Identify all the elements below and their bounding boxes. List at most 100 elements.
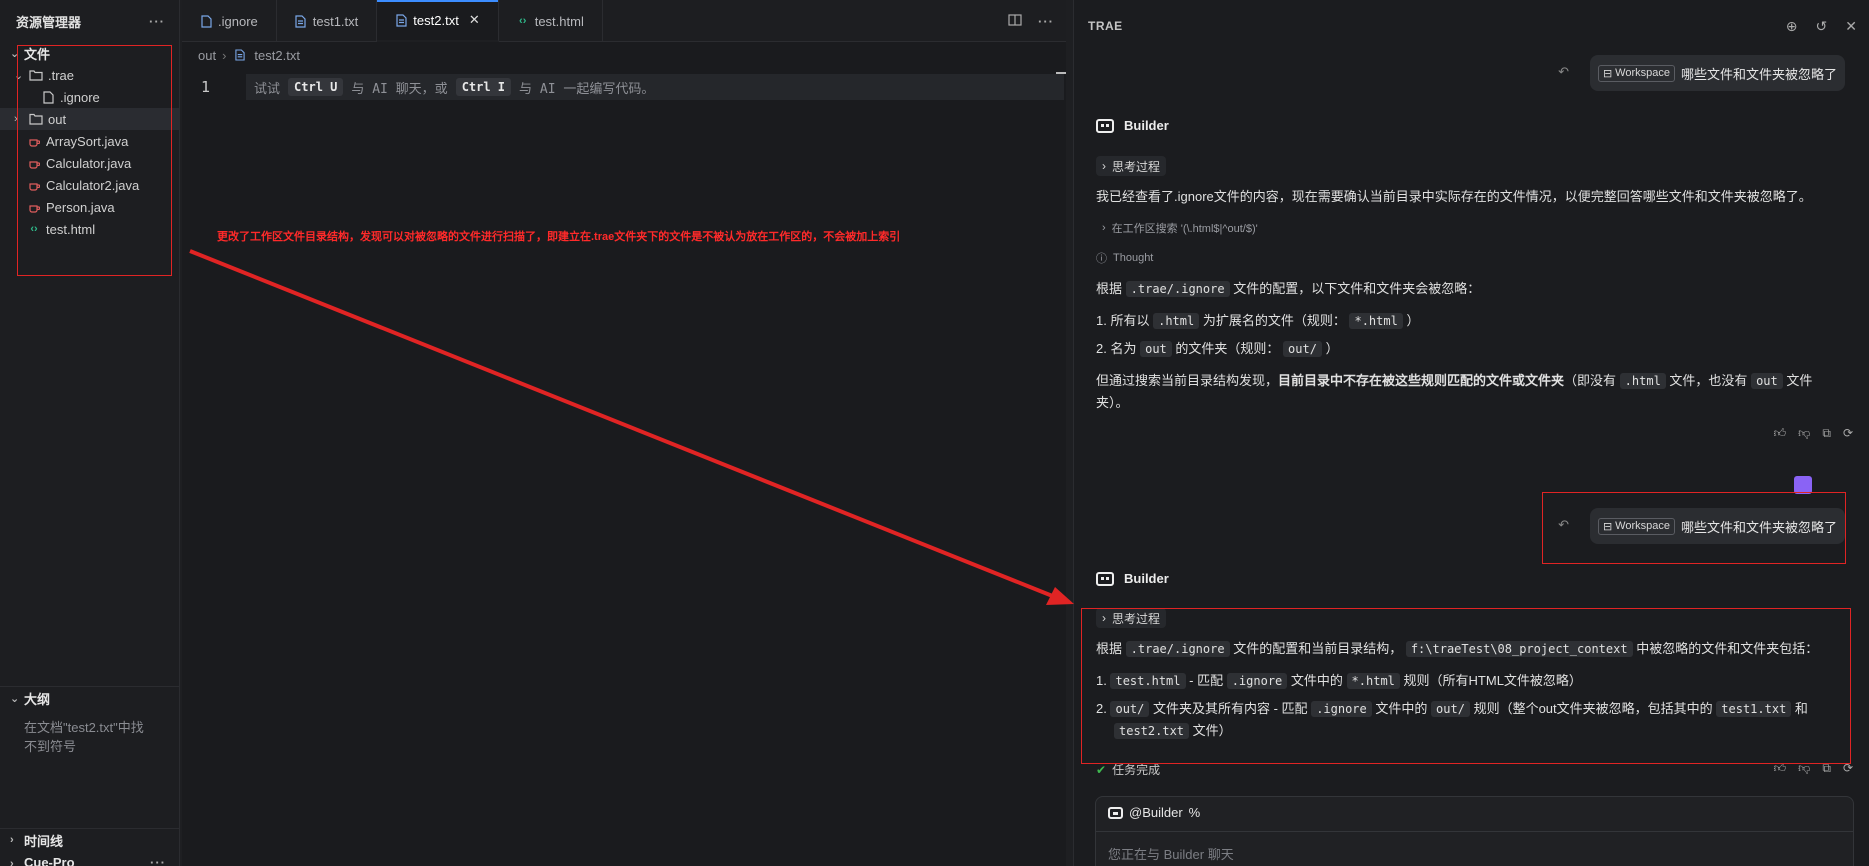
text: 为扩展名的文件（规则： bbox=[1202, 313, 1346, 328]
user-message: ⊟ Workspace 哪些文件和文件夹被忽略了 bbox=[1589, 508, 1845, 544]
thought-label: Thought bbox=[1113, 252, 1154, 264]
more-icon[interactable]: ··· bbox=[1038, 14, 1054, 29]
workspace-chip-label: Workspace bbox=[1615, 67, 1670, 79]
text: 1. 所有以 bbox=[1096, 313, 1150, 328]
search-step[interactable]: › 在工作区搜索 '(\.html$|^out/$)' bbox=[1102, 220, 1258, 236]
folder-open-icon bbox=[28, 67, 44, 83]
reply1-rule-intro: 根据 .trae/.ignore 文件的配置，以下文件和文件夹会被忽略： bbox=[1096, 278, 1480, 300]
java-icon bbox=[26, 133, 42, 149]
chevron-down-icon: ⌄ bbox=[10, 692, 20, 705]
user-message: ⊟ Workspace 哪些文件和文件夹被忽略了 bbox=[1589, 55, 1845, 91]
tab-label: .ignore bbox=[218, 13, 258, 29]
editor-hint: 试试 Ctrl U 与 AI 聊天，或 Ctrl I 与 AI 一起编写代码。 bbox=[246, 74, 1064, 100]
chevron-right-icon: › bbox=[10, 857, 14, 866]
chat-composer: @Builder % 您正在与 Builder 聊天 bbox=[1095, 796, 1854, 866]
inline-code: *.html bbox=[1349, 313, 1403, 329]
more-icon[interactable]: ··· bbox=[149, 14, 165, 29]
bot-icon bbox=[1108, 806, 1123, 819]
close-icon[interactable]: ✕ bbox=[469, 12, 480, 28]
inline-code: out/ bbox=[1110, 701, 1150, 717]
inline-code: *.html bbox=[1346, 673, 1400, 689]
regenerate-icon[interactable]: ⟳ bbox=[1843, 761, 1853, 776]
undo-icon[interactable]: ↶ bbox=[1558, 517, 1569, 533]
thought-step[interactable]: ⓘ Thought bbox=[1096, 250, 1153, 266]
tab-test2[interactable]: test2.txt ✕ bbox=[377, 0, 499, 42]
regenerate-icon[interactable]: ⟳ bbox=[1843, 426, 1853, 441]
chevron-right-icon: › bbox=[1102, 611, 1106, 625]
text: 文件中的 bbox=[1290, 673, 1343, 688]
shortcut-key: Ctrl I bbox=[455, 78, 512, 96]
ai-header: TRAE ⊕ ↺ ✕ bbox=[1074, 0, 1869, 52]
new-chat-icon[interactable]: ⊕ bbox=[1786, 18, 1798, 35]
builder-header: Builder bbox=[1096, 118, 1169, 133]
chat-input[interactable]: 您正在与 Builder 聊天 bbox=[1096, 831, 1853, 866]
tree-item-test-html[interactable]: ‹› test.html bbox=[0, 218, 179, 240]
tree-item-ignore[interactable]: .ignore bbox=[0, 86, 179, 108]
tab-label: test1.txt bbox=[312, 13, 359, 29]
chevron-down-icon: ⌄ bbox=[14, 69, 24, 82]
file-text-icon bbox=[232, 47, 248, 63]
tree-item-label: ArraySort.java bbox=[46, 133, 129, 149]
file-icon bbox=[198, 13, 214, 29]
cue-section-header[interactable]: › Cue-Pro ··· bbox=[0, 851, 180, 866]
inline-code: test2.txt bbox=[1114, 723, 1190, 739]
feedback-actions: 👍︎ 👎︎ ⧉ ⟳ bbox=[1774, 426, 1853, 441]
split-editor-icon[interactable] bbox=[1008, 13, 1022, 29]
workspace-chip-label: Workspace bbox=[1615, 520, 1670, 532]
text: 和 bbox=[1794, 701, 1808, 716]
editor-area: .ignore test1.txt test2.txt ✕ ‹› test.ht… bbox=[182, 0, 1066, 866]
copy-icon[interactable]: ⧉ bbox=[1822, 761, 1831, 776]
breadcrumb-folder[interactable]: out bbox=[198, 48, 216, 63]
inline-code: out bbox=[1140, 341, 1172, 357]
builder-header: Builder bbox=[1096, 571, 1169, 586]
text: ） bbox=[1325, 341, 1339, 356]
thumbs-down-icon[interactable]: 👎︎ bbox=[1798, 426, 1810, 441]
file-text-icon bbox=[393, 12, 409, 28]
tree-item-calculator2[interactable]: Calculator2.java bbox=[0, 174, 179, 196]
tree-item-calculator[interactable]: Calculator.java bbox=[0, 152, 179, 174]
agent-tag[interactable]: @Builder % bbox=[1108, 805, 1200, 820]
outline-section-header[interactable]: ⌄ 大纲 bbox=[0, 687, 180, 709]
files-section-label: 文件 bbox=[24, 46, 51, 62]
text: 规则（所有HTML文件被忽略） bbox=[1403, 673, 1582, 688]
code-line[interactable]: 1 试试 Ctrl U 与 AI 聊天，或 Ctrl I 与 AI 一起编写代码… bbox=[182, 74, 1066, 100]
more-icon[interactable]: ··· bbox=[150, 855, 166, 866]
undo-icon[interactable]: ↶ bbox=[1558, 64, 1569, 80]
tab-test-html[interactable]: ‹› test.html bbox=[499, 0, 603, 42]
breadcrumb-file[interactable]: test2.txt bbox=[254, 48, 300, 63]
tree-item-out[interactable]: › out bbox=[0, 108, 179, 130]
history-icon[interactable]: ↺ bbox=[1816, 18, 1828, 35]
copy-icon[interactable]: ⧉ bbox=[1822, 426, 1831, 441]
thinking-label: 思考过程 bbox=[1112, 159, 1161, 174]
tree-item-label: Person.java bbox=[46, 199, 115, 215]
inline-code: out/ bbox=[1283, 341, 1322, 357]
tab-ignore[interactable]: .ignore bbox=[182, 0, 277, 42]
thumbs-up-icon[interactable]: 👍︎ bbox=[1774, 761, 1787, 776]
reply2-item1: 1. test.html - 匹配 .ignore 文件中的 *.html 规则… bbox=[1096, 670, 1582, 692]
thinking-toggle[interactable]: › 思考过程 bbox=[1096, 156, 1167, 176]
tree-item-label: .trae bbox=[48, 67, 75, 83]
text: 文件中的 bbox=[1375, 701, 1428, 716]
inline-code: .ignore bbox=[1311, 701, 1372, 717]
inline-code: .html bbox=[1153, 313, 1200, 329]
tab-test1[interactable]: test1.txt bbox=[277, 0, 378, 42]
timeline-section-header[interactable]: › 时间线 bbox=[0, 829, 180, 851]
tree-item-trae[interactable]: ⌄ .trae bbox=[0, 64, 179, 86]
tree-item-person[interactable]: Person.java bbox=[0, 196, 179, 218]
tree-item-arraysort[interactable]: ArraySort.java bbox=[0, 130, 179, 152]
files-section-header[interactable]: ⌄ 文件 bbox=[0, 42, 179, 64]
avatar bbox=[1794, 476, 1812, 494]
text: 根据 bbox=[1096, 641, 1123, 656]
bot-icon bbox=[1096, 571, 1114, 586]
thumbs-up-icon[interactable]: 👍︎ bbox=[1774, 426, 1787, 441]
thumbs-down-icon[interactable]: 👎︎ bbox=[1798, 761, 1810, 776]
reply1-item1: 1. 所有以 .html 为扩展名的文件（规则： *.html ） bbox=[1096, 310, 1419, 332]
java-icon bbox=[26, 199, 42, 215]
close-icon[interactable]: ✕ bbox=[1845, 18, 1857, 35]
thinking-toggle[interactable]: › 思考过程 bbox=[1096, 608, 1167, 628]
tree-item-label: Calculator2.java bbox=[46, 177, 140, 193]
text: 文件的配置和当前目录结构， bbox=[1233, 641, 1403, 656]
workspace-chip: ⊟ Workspace bbox=[1597, 64, 1675, 82]
reply2-intro: 根据 .trae/.ignore 文件的配置和当前目录结构， f:\traeTe… bbox=[1096, 638, 1818, 660]
chevron-down-icon: ⌄ bbox=[10, 47, 20, 60]
